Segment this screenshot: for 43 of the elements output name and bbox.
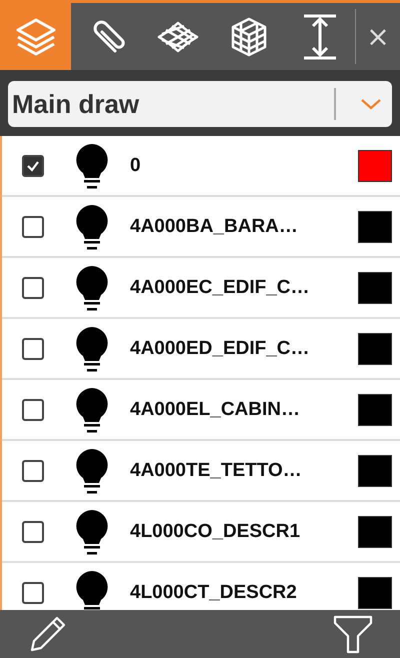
filter-icon xyxy=(332,614,374,654)
layer-name: 4A000TE_TETTO… xyxy=(130,460,303,482)
layer-color-swatch[interactable] xyxy=(358,150,392,182)
layer-name: 4L000CO_DESCR1 xyxy=(130,520,302,542)
light-bulb-icon[interactable] xyxy=(74,386,110,434)
edit-button[interactable] xyxy=(28,614,68,654)
close-button[interactable]: × xyxy=(356,3,400,70)
checkmark-icon xyxy=(26,160,40,172)
light-bulb-icon[interactable] xyxy=(74,446,110,494)
layer-color-swatch[interactable] xyxy=(358,394,392,426)
layer-name: 4A000EC_EDIF_C… xyxy=(130,276,311,298)
drawing-dropdown[interactable]: Main draw xyxy=(8,81,392,127)
layer-name: 4A000ED_EDIF_C… xyxy=(130,338,311,360)
light-bulb-icon[interactable] xyxy=(74,324,110,372)
layer-checkbox[interactable] xyxy=(22,338,44,360)
layer-checkbox[interactable] xyxy=(22,582,44,604)
light-bulb-icon[interactable] xyxy=(74,264,110,312)
layer-name: 4A000EL_CABIN… xyxy=(130,398,301,420)
light-bulb-icon[interactable] xyxy=(74,202,110,250)
light-bulb-icon[interactable] xyxy=(74,142,110,190)
light-bulb-icon[interactable] xyxy=(74,568,110,610)
layer-color-swatch[interactable] xyxy=(358,454,392,486)
layer-checkbox[interactable] xyxy=(22,520,44,542)
layer-color-swatch[interactable] xyxy=(358,576,392,608)
filter-button[interactable] xyxy=(332,614,374,654)
layer-color-swatch[interactable] xyxy=(358,272,392,304)
layer-color-swatch[interactable] xyxy=(358,332,392,364)
layer-checkbox[interactable] xyxy=(22,154,44,176)
chevron-down-icon xyxy=(360,98,382,110)
layer-name: 4L000CT_DESCR2 xyxy=(130,582,298,604)
layer-name: 4A000BA_BARA… xyxy=(130,216,299,238)
layer-color-swatch[interactable] xyxy=(358,210,392,242)
layer-checkbox[interactable] xyxy=(22,398,44,420)
pencil-icon xyxy=(28,614,68,654)
layer-checkbox[interactable] xyxy=(22,276,44,298)
light-bulb-icon[interactable] xyxy=(74,508,110,556)
layer-checkbox[interactable] xyxy=(22,216,44,238)
dropdown-value: Main draw xyxy=(12,88,140,120)
grid-surface-icon xyxy=(156,20,200,54)
layer-name: 0 xyxy=(130,154,142,176)
layers-icon xyxy=(14,16,58,56)
layer-checkbox[interactable] xyxy=(22,460,44,482)
layer-color-swatch[interactable] xyxy=(358,516,392,548)
